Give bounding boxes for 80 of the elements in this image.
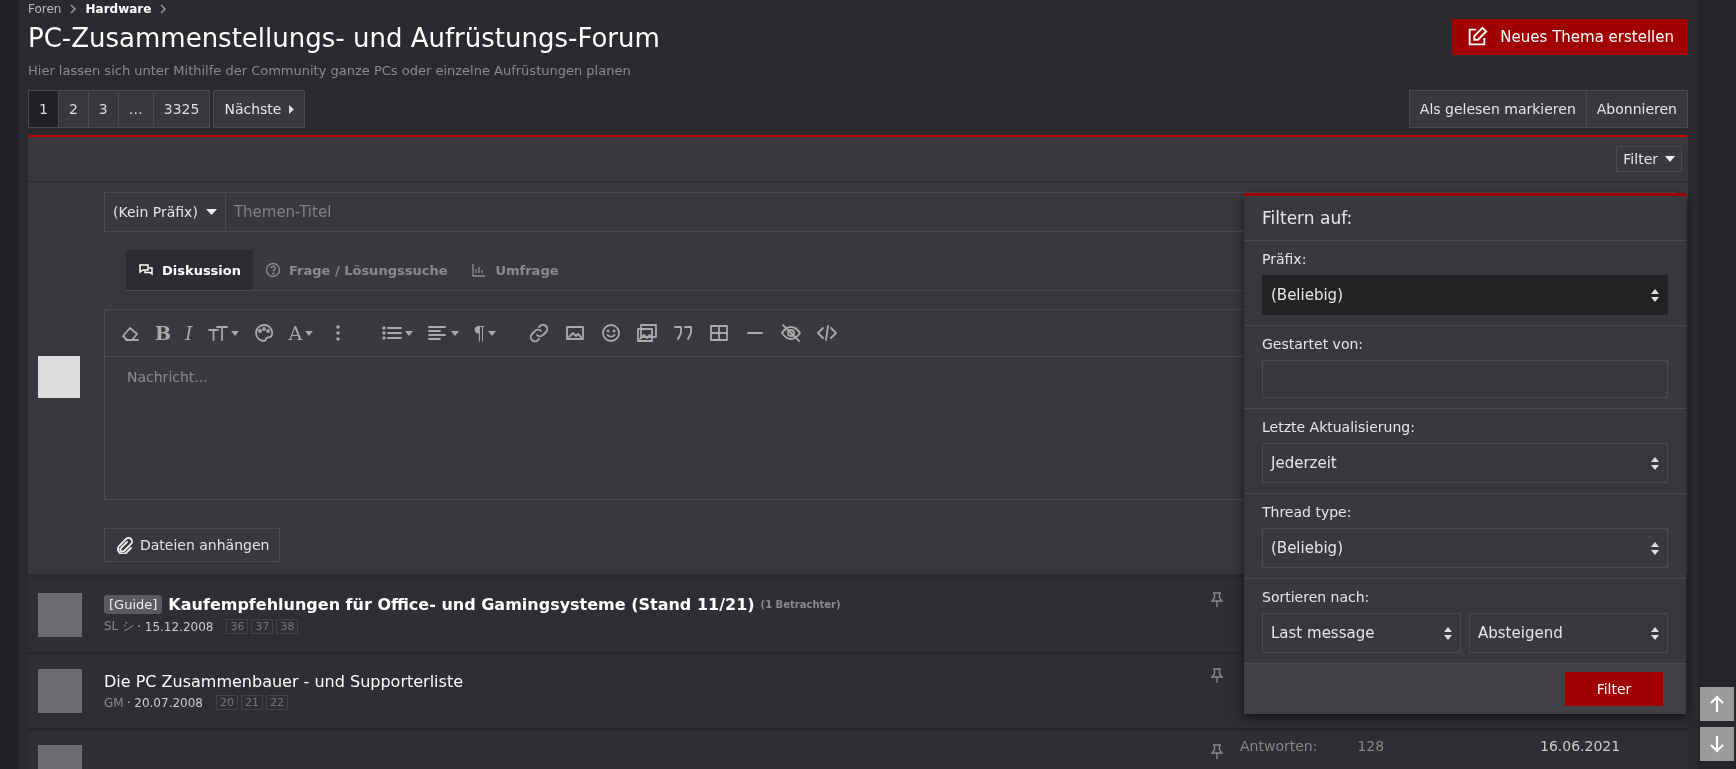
align-icon[interactable] — [427, 323, 460, 343]
select-arrows-icon — [1651, 288, 1659, 302]
filter-submit-button[interactable]: Filter — [1565, 672, 1663, 706]
thread-date: · 15.12.2008 — [137, 619, 214, 634]
filter-select[interactable]: (Beliebig) — [1262, 275, 1668, 315]
last-post-date: 16.06.2021 — [1540, 738, 1621, 754]
bar-chart-icon — [471, 262, 488, 278]
breadcrumb-link[interactable]: Foren — [28, 2, 62, 16]
filter-label: Präfix: — [1262, 251, 1308, 267]
select-arrows-icon — [1651, 456, 1659, 470]
palette-icon[interactable] — [252, 323, 275, 343]
page-link[interactable]: 1 — [29, 91, 59, 127]
forum-description: Hier lassen sich unter Mithilfe der Community ganze PCs oder einzelne Aufrüstungen planen — [28, 63, 632, 78]
bold-button[interactable]: B — [155, 322, 172, 344]
filter-dropdown-button[interactable]: Filter — [1616, 146, 1682, 172]
link-icon[interactable] — [528, 323, 551, 343]
thread-author[interactable]: SL シ — [104, 618, 135, 635]
code-icon[interactable] — [816, 323, 839, 343]
next-page-button[interactable]: Nächste — [213, 90, 306, 128]
page-link[interactable]: 2 — [58, 91, 89, 127]
thread-date: · 20.07.2008 — [126, 695, 203, 710]
table-icon[interactable] — [708, 323, 731, 343]
page-link[interactable]: 3 — [88, 91, 119, 127]
caret-icon — [488, 330, 497, 336]
caret-icon — [1665, 156, 1675, 162]
size-icon[interactable] — [206, 323, 239, 343]
page-link[interactable]: 3325 — [153, 91, 210, 127]
scroll-down-button[interactable] — [1700, 727, 1734, 761]
list-icon[interactable] — [381, 323, 414, 343]
avatar-placeholder — [38, 669, 82, 713]
question-circle-icon — [265, 262, 281, 278]
chat-bubbles-icon — [138, 262, 154, 278]
page-link[interactable]: … — [118, 91, 154, 127]
scroll-up-button[interactable] — [1700, 687, 1734, 721]
hidden-icon[interactable] — [780, 323, 803, 343]
media-icon[interactable] — [636, 323, 659, 343]
thread-action-button[interactable]: Als gelesen markieren — [1408, 90, 1587, 128]
thread-title-link[interactable]: Kaufempfehlungen für Office- und Gamingsysteme (Stand 11/21) — [168, 595, 755, 614]
viewer-count: (1 Betrachter) — [760, 599, 841, 610]
replies-label: Antworten: — [1240, 738, 1318, 754]
filter-label: Gestartet von: — [1262, 336, 1365, 352]
caret-icon — [305, 330, 314, 336]
thread-action-button[interactable]: Abonnieren — [1586, 90, 1688, 128]
breadcrumb-link[interactable]: Hardware — [85, 2, 152, 16]
caret-icon — [288, 104, 295, 114]
paperclip-icon — [115, 536, 133, 554]
select-arrows-icon — [1651, 541, 1659, 555]
smile-icon[interactable] — [600, 323, 623, 343]
avatar-placeholder — [38, 356, 80, 398]
image-icon[interactable] — [564, 323, 587, 343]
filter-label: Letzte Aktualisierung: — [1262, 419, 1416, 435]
avatar-placeholder — [38, 593, 82, 637]
italic-button[interactable]: I — [185, 322, 193, 344]
edit-icon — [1466, 26, 1489, 48]
reply-count: 128 — [1357, 738, 1385, 754]
thread-author[interactable]: GM — [104, 695, 124, 710]
new-thread-button[interactable]: Neues Thema erstellen — [1452, 19, 1688, 55]
thread-title-link[interactable]: Die PC Zusammenbauer - und Supporterliste — [104, 672, 463, 691]
filter-select[interactable]: (Beliebig) — [1262, 528, 1668, 568]
filter-panel-title: Filtern auf: — [1244, 196, 1686, 241]
prefix-select[interactable]: (Kein Präfix) — [105, 193, 226, 231]
filter-label: Thread type: — [1262, 504, 1353, 520]
filter-label: Sortieren nach: — [1262, 589, 1371, 605]
chevron-icon — [69, 4, 78, 14]
page-title: PC-Zusammenstellungs- und Aufrüstungs-Forum — [28, 23, 660, 53]
paragraph-button[interactable]: ¶ — [473, 322, 497, 344]
arrow-down-icon — [1709, 735, 1725, 753]
filter-select[interactable]: Jederzeit — [1262, 443, 1668, 483]
select-arrows-icon — [1444, 626, 1452, 640]
thread-type-tab[interactable]: Diskussion — [126, 250, 253, 290]
quote-icon[interactable] — [672, 323, 695, 343]
select-arrows-icon — [1651, 626, 1659, 640]
arrow-up-icon — [1709, 695, 1725, 713]
color-button[interactable]: A — [288, 322, 314, 344]
sort-select[interactable]: Last message — [1262, 613, 1461, 653]
thread-prefix-label[interactable]: [Guide] — [104, 595, 163, 614]
attach-files-button[interactable]: Dateien anhängen — [104, 528, 281, 562]
sort-select[interactable]: Absteigend — [1469, 613, 1668, 653]
chevron-icon — [159, 4, 168, 14]
caret-icon — [205, 209, 217, 215]
